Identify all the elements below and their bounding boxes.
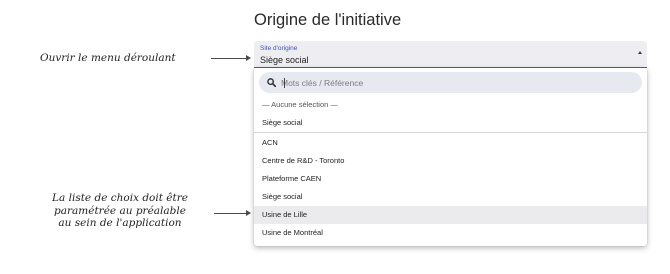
option-item[interactable]: Usine de Montréal xyxy=(254,224,647,242)
divider xyxy=(254,132,647,133)
site-origin-value: Siège social xyxy=(260,55,309,65)
option-selected[interactable]: Siège social xyxy=(254,114,647,132)
dropdown-menu: — Aucune sélection — Siège social ACN Ce… xyxy=(254,68,647,246)
option-item[interactable]: ACN xyxy=(254,134,647,152)
arrow-right-icon xyxy=(246,210,251,216)
arrow-right-icon xyxy=(246,55,251,61)
section-title: Origine de l'initiative xyxy=(254,11,402,29)
search-input[interactable] xyxy=(281,75,631,90)
option-item[interactable]: Plateforme CAEN xyxy=(254,170,647,188)
annotation-open-menu: Ouvrir le menu déroulant xyxy=(40,52,176,64)
caret-up-icon[interactable] xyxy=(638,51,642,54)
annotation-arrow-line xyxy=(211,58,247,59)
search-icon xyxy=(267,78,276,87)
annotation-choices: La liste de choix doit être paramétrée a… xyxy=(30,192,210,230)
option-item[interactable]: Centre de R&D - Toronto xyxy=(254,152,647,170)
option-no-selection[interactable]: — Aucune sélection — xyxy=(254,96,647,114)
annotation-arrow-line xyxy=(214,213,247,214)
option-item-hovered[interactable]: Usine de Lille xyxy=(254,206,647,224)
annotation-choices-line1: La liste de choix doit être xyxy=(52,192,188,204)
search-box[interactable] xyxy=(259,72,642,93)
site-origin-label: Site d'origine xyxy=(260,45,298,52)
option-item[interactable]: Siège social xyxy=(254,188,647,206)
annotation-choices-line3: au sein de l'application xyxy=(58,217,182,229)
site-origin-select[interactable]: Site d'origine Siège social xyxy=(254,41,647,68)
annotation-choices-line2: paramétrée au préalable xyxy=(54,204,186,217)
text-cursor xyxy=(284,78,285,88)
